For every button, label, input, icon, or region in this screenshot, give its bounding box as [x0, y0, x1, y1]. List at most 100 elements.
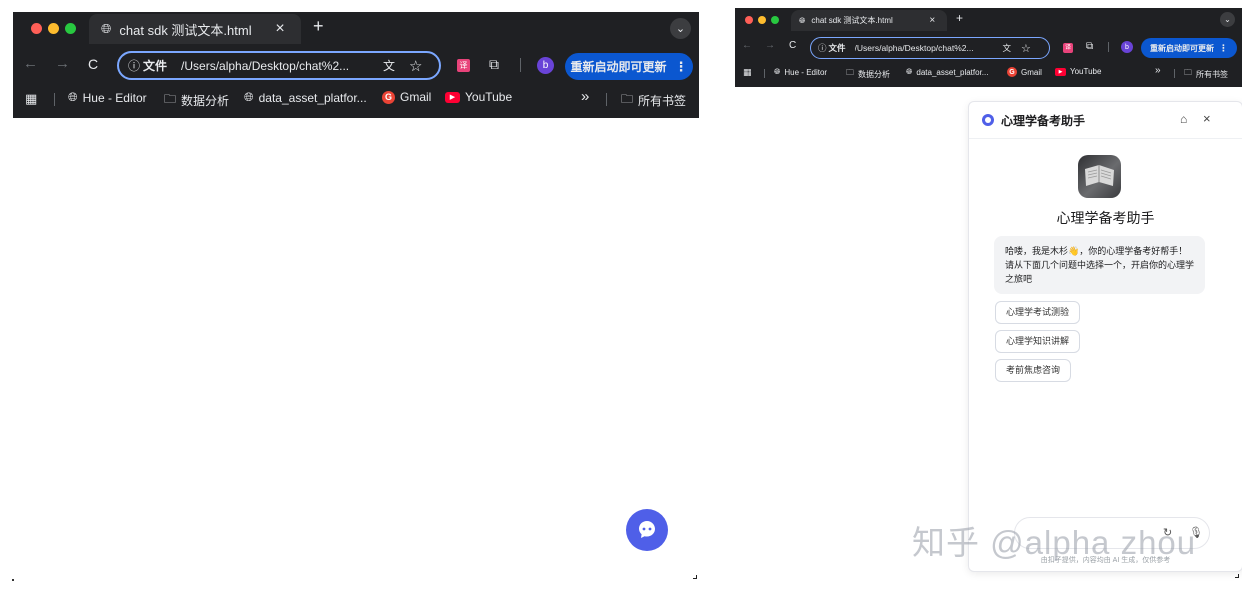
info-icon[interactable]: ⓘ: [128, 57, 140, 74]
relaunch-update-button[interactable]: 重新启动即可更新 ⋮: [565, 53, 693, 80]
globe-icon: 🌐︎: [244, 90, 254, 104]
maximize-window-button[interactable]: [65, 23, 76, 34]
address-bar[interactable]: ⓘ 文件 /Users/alpha/Desktop/chat%2... 文 ☆: [810, 37, 1050, 59]
suggestion-list: 心理学考试测验 心理学知识讲解 考前焦虑咨询: [995, 301, 1081, 388]
suggestion-button[interactable]: 考前焦虑咨询: [995, 359, 1072, 382]
apps-grid-icon[interactable]: ▦: [25, 91, 37, 107]
relaunch-label: 重新启动即可更新: [570, 60, 667, 74]
bookmark-gmail[interactable]: G Gmail: [382, 90, 431, 104]
new-tab-button[interactable]: +: [956, 11, 963, 25]
all-bookmarks-button[interactable]: 🗀︎ 所有书签: [621, 90, 686, 111]
back-button[interactable]: ←: [742, 40, 752, 51]
bookmark-gmail[interactable]: G Gmail: [1007, 67, 1042, 77]
translate-icon[interactable]: 文: [383, 57, 395, 74]
address-bar[interactable]: ⓘ 文件 /Users/alpha/Desktop/chat%2... 文 ☆: [117, 51, 441, 80]
bookmark-data-analysis[interactable]: 🗀︎ 数据分析: [164, 90, 229, 111]
bookmark-youtube[interactable]: ▶ YouTube: [445, 90, 512, 104]
stray-mark: [12, 579, 14, 581]
profile-avatar[interactable]: b: [1121, 41, 1133, 53]
bookmark-data-asset-platform[interactable]: 🌐︎ data_asset_platfor...: [906, 67, 988, 77]
watermark: 知乎 @alpha zhou: [912, 524, 1197, 561]
browser-tab[interactable]: 🌐︎ chat sdk 测试文本.html ×: [89, 14, 301, 44]
translate-icon[interactable]: 文: [1003, 42, 1012, 54]
forward-button[interactable]: →: [55, 55, 70, 72]
chevron-down-icon: ⌄: [675, 23, 686, 35]
star-icon[interactable]: ☆: [409, 57, 422, 75]
toolbar-divider: [1108, 42, 1109, 52]
menu-icon: ⋮: [1219, 42, 1228, 53]
bookmark-label: Gmail: [400, 90, 432, 104]
tab-search-button[interactable]: ⌄: [1220, 12, 1235, 27]
reload-button[interactable]: C: [88, 56, 98, 72]
url-text[interactable]: /Users/alpha/Desktop/chat%2...: [181, 59, 371, 73]
browser-window-left: 🌐︎ chat sdk 测试文本.html × + ⌄ ← → C ⓘ 文件 /…: [13, 12, 699, 582]
minimize-window-button[interactable]: [758, 16, 766, 24]
extensions-icon[interactable]: ⧉: [489, 56, 499, 73]
all-bookmarks-label: 所有书签: [1196, 69, 1228, 79]
bookmarks-overflow-button[interactable]: »: [581, 88, 589, 105]
new-tab-button[interactable]: +: [313, 16, 324, 37]
book-icon: [1085, 165, 1114, 186]
minimize-window-button[interactable]: [48, 23, 59, 34]
chevron-down-icon: ⌄: [1224, 15, 1231, 24]
extensions-icon[interactable]: ⧉: [1086, 41, 1093, 52]
clear-history-icon[interactable]: ⌂: [1180, 112, 1187, 126]
bookmark-label: 数据分析: [858, 69, 890, 79]
close-icon[interactable]: ×: [275, 20, 284, 38]
resize-handle[interactable]: [1235, 574, 1239, 578]
globe-icon: 🌐︎: [799, 15, 806, 25]
reload-button[interactable]: C: [789, 40, 796, 51]
apps-grid-icon[interactable]: ▦: [743, 67, 752, 78]
info-icon[interactable]: ⓘ: [818, 42, 827, 54]
translate-extension-icon[interactable]: 译: [457, 59, 470, 72]
bookmark-label: data_asset_platfor...: [916, 67, 989, 77]
bookmark-divider: [764, 69, 765, 78]
globe-icon: 🌐︎: [774, 67, 781, 76]
bookmark-youtube[interactable]: ▶ YouTube: [1055, 67, 1101, 76]
tab-search-button[interactable]: ⌄: [670, 18, 691, 39]
close-icon[interactable]: ×: [929, 15, 935, 26]
bookmarks-overflow-button[interactable]: »: [1155, 65, 1161, 76]
forward-button[interactable]: →: [765, 40, 775, 51]
close-icon[interactable]: ×: [1203, 111, 1211, 126]
bot-avatar: [1078, 155, 1121, 198]
folder-icon: 🗀︎: [164, 92, 177, 106]
bookmark-data-analysis[interactable]: 🗀︎ 数据分析: [846, 67, 890, 81]
relaunch-label: 重新启动即可更新: [1150, 43, 1214, 53]
bookmark-hue-editor[interactable]: 🌐︎ Hue - Editor: [68, 90, 147, 105]
suggestion-button[interactable]: 心理学知识讲解: [995, 330, 1081, 353]
browser-tab[interactable]: 🌐︎ chat sdk 测试文本.html ×: [791, 10, 947, 31]
profile-avatar[interactable]: b: [537, 57, 554, 74]
close-window-button[interactable]: [31, 23, 42, 34]
chat-launcher-button[interactable]: [626, 509, 668, 551]
youtube-icon: ▶: [445, 91, 460, 103]
folder-icon: 🗀︎: [1184, 68, 1192, 77]
bot-name: 心理学备考助手: [1056, 210, 1155, 226]
globe-icon: 🌐︎: [101, 21, 112, 36]
folder-icon: 🗀︎: [846, 68, 854, 77]
close-window-button[interactable]: [745, 16, 753, 24]
url-text[interactable]: /Users/alpha/Desktop/chat%2...: [855, 43, 993, 53]
chat-header: 心理学备考助手 ⌂ ×: [969, 102, 1242, 139]
greeting-message: 哈喽，我是木杉👋，你的心理学备考好帮手！请从下面几个问题中选择一个，开启你的心理…: [994, 236, 1205, 294]
translate-extension-icon[interactable]: 译: [1063, 43, 1073, 53]
browser-window-right: 🌐︎ chat sdk 测试文本.html × + ⌄ ← → C ⓘ 文件 /…: [735, 8, 1242, 582]
maximize-window-button[interactable]: [771, 16, 779, 24]
bookmark-label: Gmail: [1021, 67, 1042, 77]
globe-icon: 🌐︎: [906, 67, 913, 76]
bookmark-hue-editor[interactable]: 🌐︎ Hue - Editor: [774, 67, 827, 77]
back-button[interactable]: ←: [23, 55, 38, 72]
chat-bot-icon: [639, 521, 655, 538]
relaunch-update-button[interactable]: 重新启动即可更新 ⋮: [1141, 38, 1237, 58]
browser-chrome: 🌐︎ chat sdk 测试文本.html × + ⌄ ← → C ⓘ 文件 /…: [735, 8, 1242, 87]
resize-handle[interactable]: [693, 575, 697, 579]
bookmark-data-asset-platform[interactable]: 🌐︎ data_asset_platfor...: [244, 90, 367, 105]
all-bookmarks-label: 所有书签: [638, 94, 687, 108]
profile-initial: b: [542, 60, 549, 71]
star-icon[interactable]: ☆: [1021, 42, 1031, 55]
suggestion-button[interactable]: 心理学考试测验: [995, 301, 1081, 324]
bookmark-label: YouTube: [465, 90, 513, 104]
bookmark-divider: [54, 93, 55, 106]
all-bookmarks-button[interactable]: 🗀︎ 所有书签: [1184, 67, 1228, 81]
assistant-logo-icon: [982, 114, 994, 126]
